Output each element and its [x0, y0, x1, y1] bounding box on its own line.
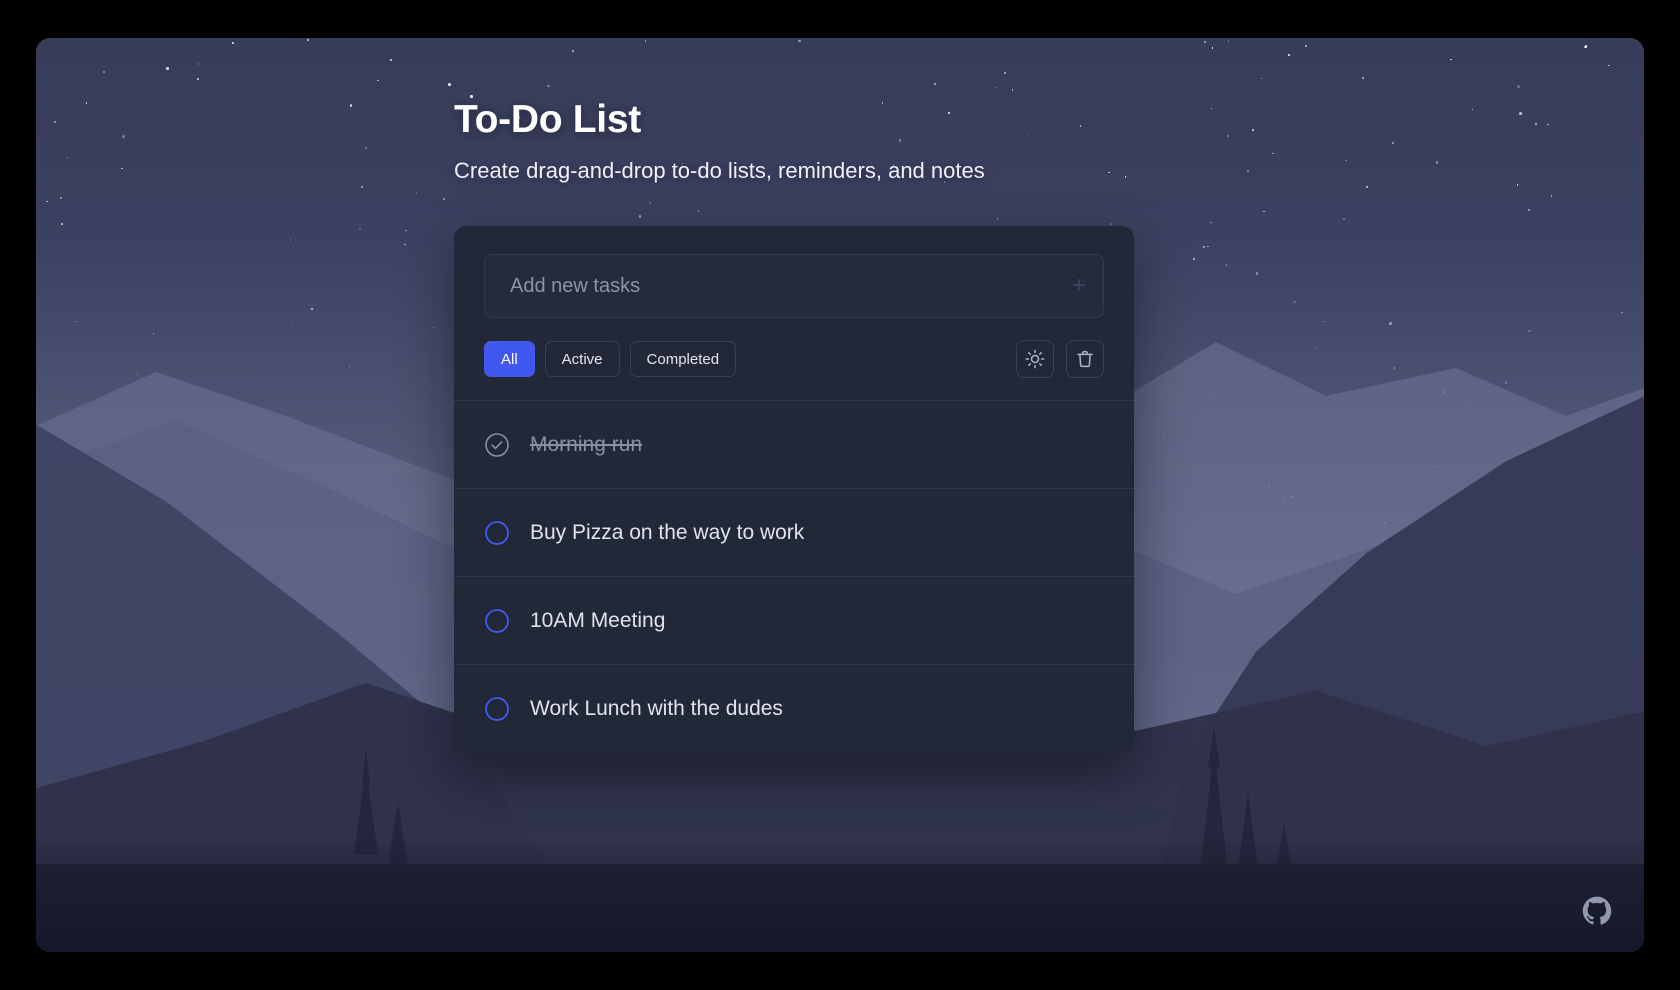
task-label: Work Lunch with the dudes [530, 697, 783, 720]
github-link[interactable] [1582, 896, 1612, 926]
controls-row: All Active Completed [484, 340, 1104, 378]
page-heading: To-Do List Create drag-and-drop to-do li… [454, 98, 985, 184]
task-checkbox-unchecked[interactable] [484, 608, 510, 634]
task-label: Buy Pizza on the way to work [530, 520, 805, 544]
sun-icon [1025, 349, 1045, 369]
clear-all-button[interactable] [1066, 340, 1104, 378]
card-header: + All Active Completed [454, 226, 1134, 400]
new-task-input-wrapper: + [484, 254, 1104, 318]
task-row[interactable]: Morning run [454, 401, 1134, 489]
task-list: Morning run Buy Pizza on the way to work… [454, 400, 1134, 753]
action-icons [1016, 340, 1104, 378]
filter-active-button[interactable]: Active [544, 341, 620, 377]
task-checkbox-unchecked[interactable] [484, 696, 510, 722]
task-checkbox-checked[interactable] [484, 432, 510, 458]
trash-icon [1075, 349, 1095, 369]
task-row[interactable]: 10AM Meeting [454, 577, 1134, 665]
task-label: 10AM Meeting [530, 608, 666, 632]
task-row[interactable]: Work Lunch with the dudes [454, 665, 1134, 753]
filter-all-button[interactable]: All [484, 341, 535, 377]
task-row[interactable]: Buy Pizza on the way to work [454, 489, 1134, 577]
filter-completed-button[interactable]: Completed [629, 341, 737, 377]
app-window: To-Do List Create drag-and-drop to-do li… [36, 38, 1644, 952]
page-subtitle: Create drag-and-drop to-do lists, remind… [454, 158, 985, 183]
foreground-shadow [36, 842, 1644, 952]
task-label: Morning run [530, 432, 643, 456]
task-checkbox-unchecked[interactable] [484, 520, 510, 546]
todo-card: + All Active Completed [454, 226, 1134, 753]
new-task-input[interactable] [484, 254, 1104, 318]
theme-toggle-button[interactable] [1016, 340, 1054, 378]
github-icon [1582, 896, 1612, 926]
add-task-plus-icon[interactable]: + [1072, 274, 1086, 298]
page-title: To-Do List [454, 98, 641, 141]
